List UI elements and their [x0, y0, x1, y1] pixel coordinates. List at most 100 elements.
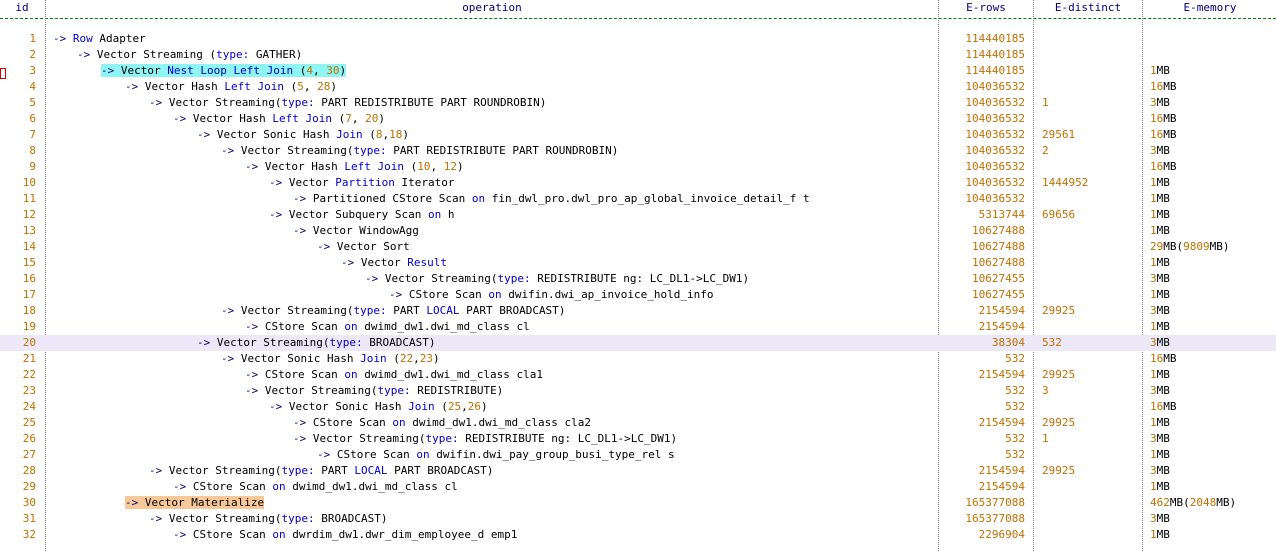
e-distinct-cell [1035, 351, 1141, 367]
column-header-e-rows[interactable]: E-rows [940, 0, 1032, 16]
table-row[interactable]: 4 -> Vector Hash Left Join (5, 28) 1040365… [0, 79, 1276, 95]
e-memory-cell: 3MB [1144, 143, 1276, 159]
table-row[interactable]: 17 -> CStore Scan on dwifin.dwi_ap_invoic… [0, 287, 1276, 303]
e-rows-cell: 10627455 [972, 288, 1025, 301]
operation-cell[interactable]: -> CStore Scan on dwimd_dw1.dwi_md_class… [47, 415, 937, 431]
table-row[interactable]: 1 -> Row Adapter 114440185 [0, 31, 1276, 47]
table-row[interactable]: 14 -> Vector Sort 10627488 29MB(9809MB) [0, 239, 1276, 255]
table-row[interactable]: 5 -> Vector Streaming(type: PART REDISTRI… [0, 95, 1276, 111]
e-rows-cell: 104036532 [965, 128, 1025, 141]
operation-cell[interactable]: -> Vector Subquery Scan on h [47, 207, 937, 223]
operation-cell[interactable]: -> CStore Scan on dwifin.dwi_pay_group_b… [47, 447, 937, 463]
text: dwimd_dw1.dwi_md_class cla1 [357, 368, 544, 381]
operation-cell[interactable]: -> Vector Hash Left Join (7, 20) [47, 111, 937, 127]
column-header-e-memory[interactable]: E-memory [1144, 0, 1276, 16]
keyword: type: [353, 144, 387, 157]
operation-cell[interactable]: -> CStore Scan on dwimd_dw1.dwi_md_class… [47, 479, 937, 495]
table-row[interactable]: 6 -> Vector Hash Left Join (7, 20) 1040365… [0, 111, 1276, 127]
operation-cell[interactable]: -> Vector Streaming(type: REDISTRIBUTE n… [47, 271, 937, 287]
text: ) [339, 64, 347, 77]
row-id-cell: 32 [22, 528, 36, 541]
table-row[interactable]: 24 -> Vector Sonic Hash Join (25,26) 532 16… [0, 399, 1276, 415]
column-header-e-distinct[interactable]: E-distinct [1035, 0, 1141, 16]
e-memory-cell: 3MB [1144, 383, 1276, 399]
table-row[interactable]: 7 -> Vector Sonic Hash Join (8,18) 1040365… [0, 127, 1276, 143]
arrow-glyph: -> [53, 32, 67, 45]
table-row[interactable]: 16 -> Vector Streaming(type: REDISTRIBUTE… [0, 271, 1276, 287]
operation-cell[interactable]: -> Vector Streaming(type: PART REDISTRIB… [47, 143, 937, 159]
table-row[interactable]: 20 -> Vector Streaming(type: BROADCAST) 38… [0, 335, 1276, 351]
number: 30 [326, 64, 340, 77]
operation-cell[interactable]: -> Vector Nest Loop Left Join (4, 30) [47, 63, 937, 79]
operation-cell[interactable]: -> Vector Streaming (type: GATHER) [47, 47, 937, 63]
operation-cell[interactable]: -> Vector Streaming(type: PART REDISTRIB… [47, 95, 937, 111]
keyword: type: [281, 96, 315, 109]
table-row[interactable]: 19 -> CStore Scan on dwimd_dw1.dwi_md_cla… [0, 319, 1276, 335]
table-row[interactable]: 3 -> Vector Nest Loop Left Join (4, 30) 11… [0, 63, 1276, 79]
table-row[interactable]: 15 -> Vector Result 10627488 1MB [0, 255, 1276, 271]
text: Vector Materialize [138, 496, 265, 509]
operation-cell[interactable]: -> Vector Hash Left Join (5, 28) [47, 79, 937, 95]
arrow-glyph: -> [149, 464, 163, 477]
text: REDISTRIBUTE) [410, 384, 504, 397]
table-row[interactable]: 11 -> Partitioned CStore Scan on fin_dwl_… [0, 191, 1276, 207]
operation-cell[interactable]: -> Vector Streaming(type: PART LOCAL PAR… [47, 303, 937, 319]
e-memory-cell: 3MB [1144, 303, 1276, 319]
column-header-id[interactable]: id [0, 0, 44, 16]
keyword: type: [281, 512, 315, 525]
table-row[interactable]: 28 -> Vector Streaming(type: PART LOCAL P… [0, 463, 1276, 479]
operation-cell[interactable]: -> Vector Sonic Hash Join (8,18) [47, 127, 937, 143]
keyword: type: [425, 432, 459, 445]
text: Vector Sonic Hash [282, 400, 409, 413]
table-row[interactable]: 31 -> Vector Streaming(type: BROADCAST) 16… [0, 511, 1276, 527]
table-row[interactable]: 30 -> Vector Materialize 165377088 462MB(20… [0, 495, 1276, 511]
operation-cell[interactable]: -> Row Adapter [47, 31, 937, 47]
operation-cell[interactable]: -> Vector WindowAgg [47, 223, 937, 239]
operation-cell[interactable]: -> CStore Scan on dwimd_dw1.dwi_md_class… [47, 367, 937, 383]
keyword: type: [216, 48, 250, 61]
operation-cell[interactable]: -> Vector Sonic Hash Join (25,26) [47, 399, 937, 415]
column-header-operation[interactable]: operation [47, 0, 937, 16]
table-row[interactable]: 22 -> CStore Scan on dwimd_dw1.dwi_md_cla… [0, 367, 1276, 383]
e-memory-cell: 3MB [1144, 271, 1276, 287]
table-row[interactable]: 13 -> Vector WindowAgg 10627488 1MB [0, 223, 1276, 239]
table-row[interactable]: 29 -> CStore Scan on dwimd_dw1.dwi_md_cla… [0, 479, 1276, 495]
operation-cell[interactable]: -> Vector Streaming(type: BROADCAST) [47, 511, 937, 527]
table-row[interactable]: 10 -> Vector Partition Iterator 104036532 1… [0, 175, 1276, 191]
table-row[interactable]: 9 -> Vector Hash Left Join (10, 12) 104036… [0, 159, 1276, 175]
operation-cell[interactable]: -> Vector Streaming(type: REDISTRIBUTE) [47, 383, 937, 399]
e-distinct-cell: 3 [1042, 384, 1049, 397]
text: Vector [114, 64, 168, 77]
text: MB [1156, 432, 1170, 445]
table-row[interactable]: 26 -> Vector Streaming(type: REDISTRIBUTE… [0, 431, 1276, 447]
operation-cell[interactable]: -> CStore Scan on dwrdim_dw1.dwr_dim_emp… [47, 527, 937, 543]
keyword: Join [305, 112, 332, 125]
table-row[interactable]: 2 -> Vector Streaming (type: GATHER) 11444… [0, 47, 1276, 63]
table-row[interactable]: 25 -> CStore Scan on dwimd_dw1.dwi_md_cla… [0, 415, 1276, 431]
e-rows-cell: 114440185 [965, 64, 1025, 77]
number: 1 [1150, 208, 1157, 221]
table-row[interactable]: 32 -> CStore Scan on dwrdim_dw1.dwr_dim_e… [0, 527, 1276, 543]
text: MB [1156, 464, 1170, 477]
operation-cell[interactable]: -> Vector Materialize [47, 495, 937, 511]
operation-cell[interactable]: -> Vector Partition Iterator [47, 175, 937, 191]
table-row[interactable]: 18 -> Vector Streaming(type: PART LOCAL P… [0, 303, 1276, 319]
operation-cell[interactable]: -> Vector Streaming(type: REDISTRIBUTE n… [47, 431, 937, 447]
operation-cell[interactable]: -> Vector Sonic Hash Join (22,23) [47, 351, 937, 367]
table-row[interactable]: 23 -> Vector Streaming(type: REDISTRIBUTE… [0, 383, 1276, 399]
operation-cell[interactable]: -> Vector Sort [47, 239, 937, 255]
text: Vector Hash [258, 160, 345, 173]
table-row[interactable]: 12 -> Vector Subquery Scan on h 5313744 696… [0, 207, 1276, 223]
table-row[interactable]: 27 -> CStore Scan on dwifin.dwi_pay_group… [0, 447, 1276, 463]
e-rows-cell: 532 [1005, 384, 1025, 397]
operation-cell[interactable]: -> Partitioned CStore Scan on fin_dwl_pr… [47, 191, 937, 207]
operation-cell[interactable]: -> CStore Scan on dwifin.dwi_ap_invoice_… [47, 287, 937, 303]
operation-cell[interactable]: -> Vector Result [47, 255, 937, 271]
operation-cell[interactable]: -> Vector Streaming(type: PART LOCAL PAR… [47, 463, 937, 479]
operation-cell[interactable]: -> Vector Hash Left Join (10, 12) [47, 159, 937, 175]
table-row[interactable]: 21 -> Vector Sonic Hash Join (22,23) 532 16… [0, 351, 1276, 367]
table-row[interactable]: 8 -> Vector Streaming(type: PART REDISTRI… [0, 143, 1276, 159]
operation-cell[interactable]: -> CStore Scan on dwimd_dw1.dwi_md_class… [47, 319, 937, 335]
operation-cell[interactable]: -> Vector Streaming(type: BROADCAST) [47, 335, 937, 351]
text: MB) [1209, 240, 1230, 253]
